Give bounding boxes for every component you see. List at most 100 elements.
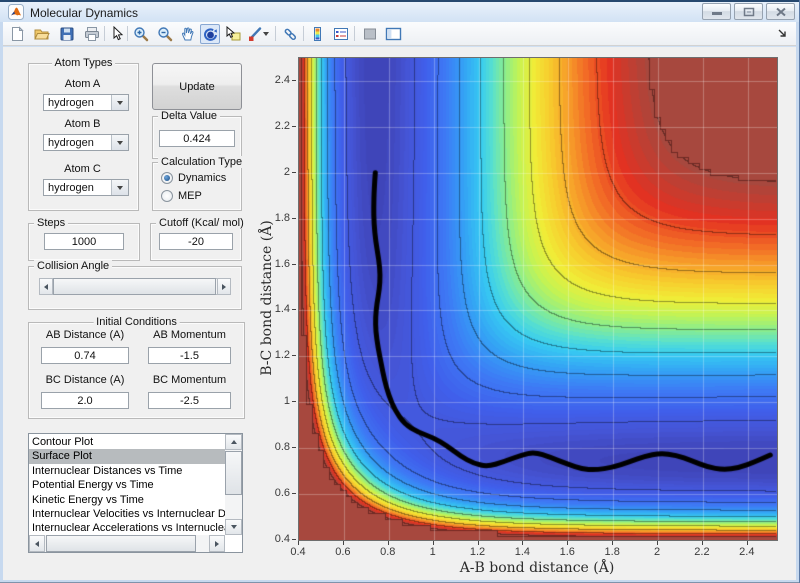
window-right-border (796, 2, 799, 583)
y-tick-mark (292, 218, 296, 219)
ab-distance-field[interactable] (41, 347, 129, 364)
x-tick-mark (612, 541, 613, 545)
steps-field[interactable] (44, 233, 124, 250)
hide-plot-tools-button[interactable] (360, 24, 380, 44)
scroll-up-button[interactable] (225, 434, 242, 450)
y-tick-label: 1.6 (274, 257, 290, 270)
rotate-3d-icon (203, 28, 217, 41)
hide-plot-tools-icon (364, 28, 376, 40)
list-item[interactable]: Surface Plot (29, 449, 225, 464)
delta-value-title: Delta Value (158, 110, 221, 122)
y-tick-label: 1.2 (274, 349, 290, 362)
matlab-icon (8, 4, 24, 20)
bc-momentum-field[interactable] (148, 392, 231, 409)
steps-title: Steps (34, 217, 69, 229)
x-tick-label: 2.4 (739, 546, 755, 558)
ab-momentum-field[interactable] (148, 347, 231, 364)
scroll-left-button[interactable] (29, 535, 45, 552)
insert-colorbar-button[interactable] (308, 24, 328, 44)
slider-right-arrow[interactable] (217, 278, 231, 295)
arrow-cursor-icon (113, 26, 124, 41)
x-tick-mark (298, 541, 299, 545)
y-tick-mark (292, 309, 296, 310)
x-tick-label: 1.2 (469, 546, 486, 558)
x-tick-mark (433, 541, 434, 545)
listbox-hscrollbar[interactable] (29, 535, 225, 552)
y-tick-mark (292, 401, 296, 402)
list-item[interactable]: Kinetic Energy vs Time (29, 493, 225, 507)
down-arrow-icon (230, 525, 237, 529)
delta-value-field[interactable] (159, 130, 235, 147)
scroll-down-button[interactable] (225, 519, 242, 535)
slider-thumb[interactable] (53, 278, 216, 295)
hscroll-thumb[interactable] (46, 535, 196, 552)
toolbar-separator (104, 26, 105, 41)
list-item[interactable]: Contour Plot (29, 435, 225, 449)
restore-button[interactable] (734, 3, 763, 20)
title-bar[interactable]: Molecular Dynamics (0, 2, 799, 22)
atom-a-value: hydrogen (48, 97, 94, 109)
x-tick-label: 1.8 (604, 546, 620, 558)
data-cursor-button[interactable] (223, 24, 243, 44)
y-tick-label: 1.4 (274, 303, 290, 316)
new-figure-button[interactable] (7, 24, 27, 44)
print-button[interactable] (82, 24, 102, 44)
atom-b-label: Atom B (64, 118, 101, 130)
x-tick-mark (702, 541, 703, 545)
x-tick-label: 1 (429, 546, 436, 558)
cutoff-field[interactable] (159, 233, 233, 250)
atom-c-dropdown-button[interactable] (111, 180, 128, 195)
dynamics-radio-label: Dynamics (178, 172, 227, 184)
mep-radio[interactable]: MEP (161, 189, 202, 203)
toolbar-separator (354, 26, 355, 41)
list-item[interactable]: Potential Energy vs Time (29, 478, 225, 492)
y-tick-mark (292, 539, 296, 540)
minimize-button[interactable] (702, 3, 731, 20)
atom-c-select[interactable]: hydrogen (43, 179, 129, 196)
show-plot-tools-button[interactable] (383, 24, 403, 44)
calculation-type-panel: Calculation Type Dynamics MEP (152, 156, 246, 211)
close-button[interactable] (766, 3, 795, 20)
listbox-items: Contour Plot Surface Plot Internuclear Dis… (29, 435, 225, 535)
plot-type-listbox[interactable]: Contour Plot Surface Plot Internuclear Dis… (28, 433, 243, 553)
list-item[interactable]: Internuclear Velocities vs Internuclear … (29, 507, 225, 521)
brush-dropdown-button[interactable] (261, 24, 271, 44)
dynamics-radio[interactable]: Dynamics (161, 171, 226, 185)
zoom-out-button[interactable] (155, 24, 175, 44)
collision-angle-slider[interactable] (39, 278, 231, 295)
atom-a-select[interactable]: hydrogen (43, 94, 129, 111)
atom-b-dropdown-button[interactable] (111, 135, 128, 150)
atom-b-select[interactable]: hydrogen (43, 134, 129, 151)
link-plots-button[interactable] (280, 24, 300, 44)
y-tick-label: 2.4 (274, 73, 290, 86)
atom-a-label: Atom A (64, 78, 101, 90)
y-tick-label: 2 (283, 165, 290, 178)
bc-distance-field[interactable] (41, 392, 129, 409)
y-tick-mark (292, 355, 296, 356)
atom-c-label: Atom C (64, 163, 101, 175)
list-item[interactable]: Internuclear Distances vs Time (29, 464, 225, 478)
y-tick-label: 0.6 (274, 487, 290, 500)
zoom-in-icon (134, 27, 149, 42)
scroll-right-button[interactable] (209, 535, 225, 552)
update-button[interactable]: Update (152, 63, 242, 110)
rotate-3d-button[interactable] (200, 24, 220, 44)
insert-legend-button[interactable] (331, 24, 351, 44)
save-button[interactable] (57, 24, 77, 44)
atom-a-dropdown-button[interactable] (111, 95, 128, 110)
zoom-in-button[interactable] (131, 24, 151, 44)
open-file-button[interactable] (32, 24, 52, 44)
restore-icon (743, 7, 754, 16)
pan-button[interactable] (178, 24, 198, 44)
slider-left-arrow[interactable] (39, 278, 53, 295)
contour-plot-axes[interactable] (298, 57, 778, 541)
delta-value-panel: Delta Value (152, 110, 242, 159)
atom-b-value: hydrogen (48, 137, 94, 149)
vscroll-thumb[interactable] (225, 451, 242, 495)
list-item[interactable]: Internuclear Accelerations vs Internucle… (29, 521, 225, 535)
x-tick-label: 1.6 (559, 546, 575, 558)
dock-figure-icon[interactable] (778, 29, 788, 39)
edit-plot-button[interactable] (107, 24, 127, 44)
listbox-vscrollbar[interactable] (225, 434, 242, 535)
potential-energy-surface-canvas[interactable] (299, 58, 777, 540)
